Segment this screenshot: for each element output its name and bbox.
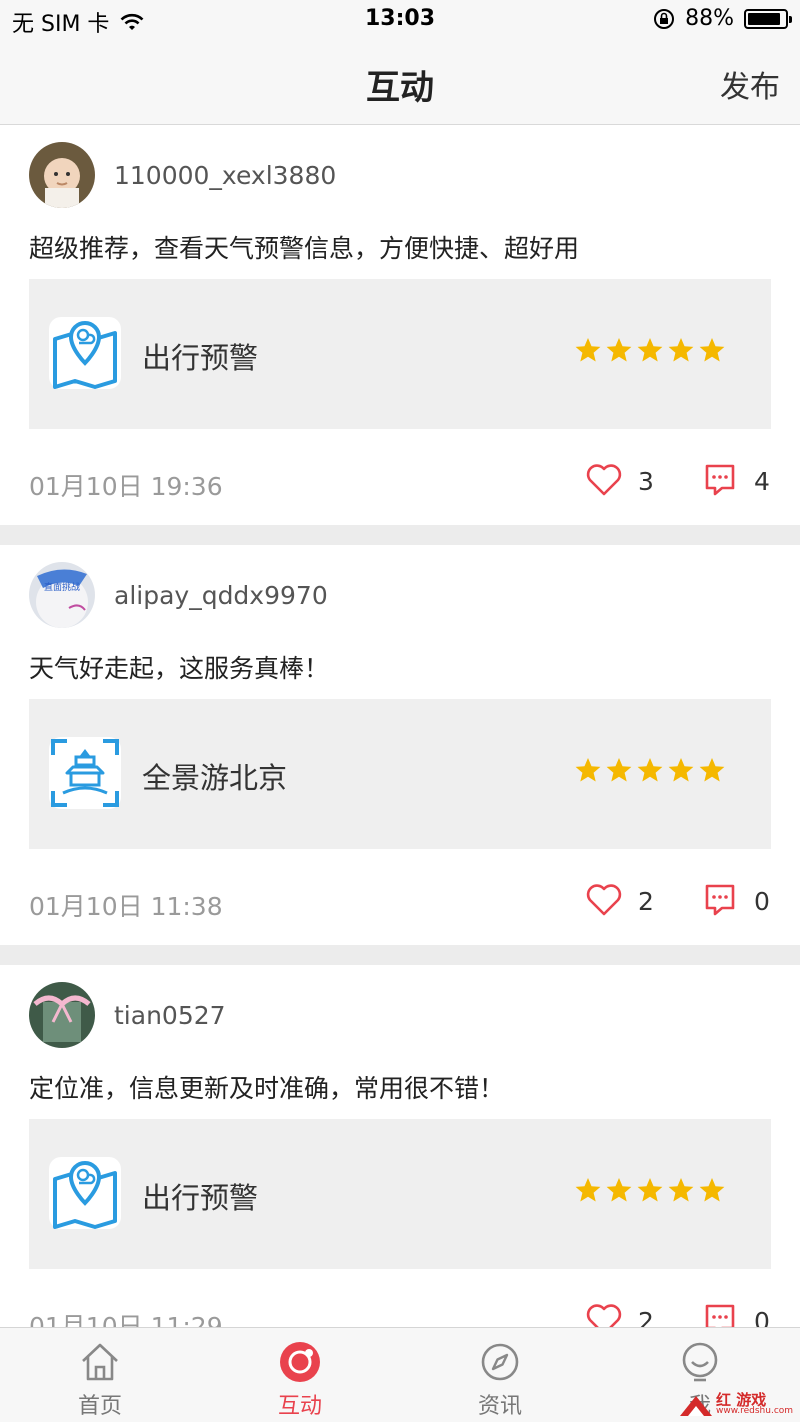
tab-home[interactable]: 首页 (0, 1328, 200, 1422)
app-card[interactable]: 全景游北京 (29, 699, 771, 849)
panorama-beijing-app-icon (49, 737, 121, 809)
star-icon (699, 1178, 725, 1202)
tab-label: 互动 (277, 1394, 322, 1419)
page-title: 互动 (366, 68, 434, 108)
like-count: 2 (638, 1307, 654, 1327)
star-icon (637, 1178, 663, 1202)
star-icon (699, 758, 725, 782)
star-icon (637, 338, 663, 362)
tab-news[interactable]: 资讯 (400, 1328, 600, 1422)
post-text: 天气好走起，这服务真棒！ (29, 654, 330, 683)
travel-warning-app-icon (49, 1157, 121, 1229)
star-icon (668, 1178, 694, 1202)
orientation-lock-icon (654, 8, 675, 29)
svg-text:直面挑战: 直面挑战 (44, 581, 80, 593)
post-time: 01月10日 19:36 (29, 472, 223, 501)
home-icon (82, 1343, 118, 1381)
app-name: 全景游北京 (142, 761, 288, 795)
star-icon (575, 338, 601, 362)
post-card: 110000_xexl3880 超级推荐，查看天气预警信息，方便快捷、超好用 出… (0, 125, 800, 525)
post-time: 01月10日 11:29 (29, 1312, 223, 1327)
rating-stars (575, 757, 725, 783)
comment-count: 0 (754, 1307, 770, 1327)
heart-icon[interactable] (586, 1303, 622, 1327)
post-card: 直面挑战 alipay_qddx9970 天气好走起，这服务真棒！ 全景游北京 … (0, 545, 800, 945)
like-count: 3 (638, 467, 654, 496)
travel-warning-app-icon (49, 317, 121, 389)
comment-count: 0 (754, 887, 770, 916)
battery-fill (748, 12, 780, 25)
star-icon (575, 758, 601, 782)
comment-icon[interactable] (704, 1303, 736, 1327)
interaction-icon (280, 1342, 320, 1382)
status-right: 88% (653, 6, 792, 31)
heart-icon[interactable] (586, 463, 622, 497)
post-feed[interactable]: 110000_xexl3880 超级推荐，查看天气预警信息，方便快捷、超好用 出… (0, 125, 800, 1327)
like-count: 2 (638, 887, 654, 916)
post-card: tian0527 定位准，信息更新及时准确，常用很不错！ 出行预警 01月10日… (0, 965, 800, 1327)
star-icon (606, 1178, 632, 1202)
star-icon (668, 758, 694, 782)
app-card[interactable]: 出行预警 (29, 279, 771, 429)
tab-label: 首页 (77, 1394, 122, 1419)
post-time: 01月10日 11:38 (29, 892, 223, 921)
tab-interaction[interactable]: 互动 (200, 1328, 400, 1422)
comment-icon[interactable] (704, 883, 736, 917)
compass-icon (481, 1343, 519, 1381)
username[interactable]: alipay_qddx9970 (114, 581, 328, 610)
publish-button[interactable]: 发布 (720, 62, 780, 106)
rating-stars (575, 337, 725, 363)
watermark-logo-icon (680, 1396, 712, 1416)
star-icon (699, 338, 725, 362)
status-bar: 无 SIM 卡 13:03 88% (0, 0, 800, 40)
app-name: 出行预警 (142, 341, 259, 375)
star-icon (637, 758, 663, 782)
nav-bar: 互动 发布 (0, 40, 800, 125)
username[interactable]: 110000_xexl3880 (114, 161, 336, 190)
star-icon (668, 338, 694, 362)
comment-icon[interactable] (704, 463, 736, 497)
post-text: 超级推荐，查看天气预警信息，方便快捷、超好用 (29, 234, 580, 263)
user-avatar[interactable]: 直面挑战 (29, 562, 95, 628)
star-icon (575, 1178, 601, 1202)
comment-count: 4 (754, 467, 770, 496)
star-icon (606, 758, 632, 782)
star-icon (606, 338, 632, 362)
battery-icon (744, 8, 792, 29)
username[interactable]: tian0527 (114, 1001, 226, 1030)
user-avatar[interactable] (29, 142, 95, 208)
profile-icon (682, 1342, 718, 1382)
battery-percent: 88% (685, 6, 734, 31)
watermark: 红 游戏 www.redshu.com (678, 1388, 796, 1420)
heart-icon[interactable] (586, 883, 622, 917)
app-card[interactable]: 出行预警 (29, 1119, 771, 1269)
tab-label: 资讯 (477, 1394, 522, 1419)
rating-stars (575, 1177, 725, 1203)
watermark-url: www.redshu.com (716, 1406, 794, 1416)
user-avatar[interactable] (29, 982, 95, 1048)
post-text: 定位准，信息更新及时准确，常用很不错！ (29, 1074, 505, 1103)
app-name: 出行预警 (142, 1181, 259, 1215)
